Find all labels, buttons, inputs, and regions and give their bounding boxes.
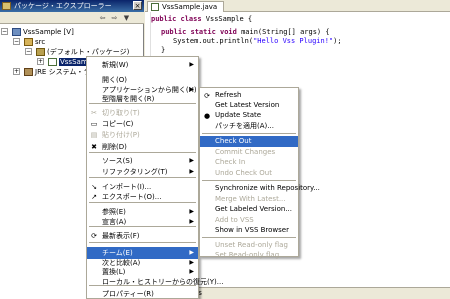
menu-item-label: 型階層を開く(R) — [102, 95, 155, 103]
explorer-title-bar: パッケージ・エクスプローラー × — [0, 0, 144, 12]
package-explorer-icon — [2, 2, 11, 10]
menu-item-label: Synchronize with Repository... — [215, 184, 320, 192]
tree-label: VssSample [V] — [23, 28, 74, 36]
menu-item-label: Update State — [215, 111, 262, 119]
team-menu-item-check-in[interactable]: Check In — [200, 157, 298, 168]
editor-tab-bar: VssSample.java — [145, 0, 450, 12]
menu-item-label: エクスポート(O)... — [102, 193, 162, 201]
menu-item-label: Set Read-only flag — [215, 251, 280, 259]
menu-item-18[interactable]: ローカル・ヒストリーからの復元(Y)... — [87, 276, 223, 288]
menu-item-label: Unset Read-only flag — [215, 241, 288, 249]
tree-label: src — [35, 38, 46, 46]
menu-item-label: プロパティー(R) — [102, 290, 154, 298]
menu-item-label: Get Latest Version — [215, 101, 280, 109]
menu-item-label: 宣言(A) — [102, 218, 127, 226]
library-icon — [24, 68, 33, 76]
project-icon — [12, 28, 21, 36]
menu-item-label: リファクタリング(T) — [102, 168, 168, 176]
menu-item-label: 切り取り(T) — [102, 109, 140, 117]
menu-item-label: 開く(O) — [102, 76, 127, 84]
menu-item-label: 貼り付け(P) — [102, 131, 140, 139]
menu-item-label: Check Out — [215, 137, 252, 145]
menu-separator — [89, 202, 196, 203]
menu-item-6[interactable]: ▤ 貼り付け(P) — [87, 129, 198, 141]
team-menu-item-set-read-only-flag[interactable]: Set Read-only flag — [200, 250, 298, 261]
package-icon — [36, 48, 45, 56]
team-menu-item-update-state[interactable]: ● Update State — [200, 110, 298, 121]
code-line: System.out.println("Hello Vss Plugin!"); — [173, 37, 342, 45]
team-menu-item-synchronize-with-repository[interactable]: Synchronize with Repository... — [200, 183, 320, 194]
collapse-icon[interactable]: − — [13, 38, 20, 45]
editor-tab-label: VssSample.java — [162, 3, 218, 11]
menu-item-label: Get Labeled Version... — [215, 205, 292, 213]
menu-separator — [202, 237, 296, 238]
menu-item-icon: ▭ — [90, 120, 98, 128]
team-menu-item-get-labeled-version[interactable]: Get Labeled Version... — [200, 204, 298, 215]
menu-item-label: インポート(I)... — [102, 183, 152, 191]
menu-item-label: 削除(D) — [102, 143, 127, 151]
java-file-icon — [151, 3, 159, 11]
menu-separator — [89, 177, 196, 178]
team-menu-item-undo-check-out[interactable]: Undo Check Out — [200, 168, 298, 179]
submenu-arrow-icon: ▶ — [189, 61, 194, 68]
tree-item-src[interactable]: − src — [13, 37, 46, 47]
menu-item-label: パッチを適用(A)... — [215, 122, 274, 130]
menu-item-label: Merge With Latest... — [215, 195, 286, 203]
menu-separator — [89, 226, 196, 227]
back-icon[interactable]: ⇦ — [98, 14, 107, 22]
forward-icon[interactable]: ⇨ — [110, 14, 119, 22]
team-menu-item-show-in-vss-browser[interactable]: Show in VSS Browser — [200, 225, 298, 236]
context-menu: 新規(W) ▶ 開く(O) アプリケーションから開く(H) ▶ 型階層を開く(R) ✂ 切り取… — [86, 56, 223, 299]
tree-label: (デフォルト・パッケージ) — [47, 48, 130, 56]
menu-item-icon: ↗ — [91, 193, 97, 201]
menu-separator — [89, 242, 196, 243]
code-line: public static void main(String[] args) { — [161, 28, 330, 36]
menu-item-label: Refresh — [215, 91, 242, 99]
update-state-icon: ● — [203, 112, 211, 120]
menu-item-icon: ⟳ — [91, 232, 97, 240]
expand-icon[interactable]: + — [13, 68, 20, 75]
explorer-toolbar: ⇦ ⇨ ▼ — [0, 12, 144, 24]
menu-item-label: Commit Changes — [215, 148, 276, 156]
menu-item-14[interactable]: ⟳ 最新表示(F) — [87, 230, 198, 242]
source-folder-icon — [24, 38, 33, 46]
team-submenu: ⟳ Refresh Get Latest Version ● Update State パ… — [199, 87, 320, 259]
menu-item-label: Show in VSS Browser — [215, 226, 289, 234]
code-line: } — [161, 46, 166, 54]
menu-item-icon: ▤ — [90, 131, 98, 139]
menu-separator — [89, 285, 196, 286]
menu-item-label: コピー(C) — [102, 120, 134, 128]
menu-item-label: 新規(W) — [102, 61, 129, 69]
menu-separator — [89, 152, 196, 153]
editor-tab[interactable]: VssSample.java — [147, 1, 225, 12]
menu-item-icon: ↘ — [91, 183, 97, 191]
menu-item-label: ソース(S) — [102, 157, 133, 165]
menu-item-icon: ✖ — [91, 143, 97, 151]
collapse-icon[interactable]: − — [25, 48, 32, 55]
explorer-title: パッケージ・エクスプローラー — [14, 2, 112, 10]
tree-item-project[interactable]: − VssSample [V] — [1, 27, 74, 37]
refresh-icon: ⟳ — [204, 92, 210, 100]
menu-item-label: Add to VSS — [215, 216, 254, 224]
menu-separator — [202, 180, 296, 181]
menu-item-label: 参照(E) — [102, 208, 126, 216]
menu-item-icon: ✂ — [91, 109, 97, 117]
menu-item-label: チーム(E) — [102, 249, 133, 257]
menu-item-0[interactable]: 新規(W) ▶ — [87, 59, 198, 71]
view-menu-icon[interactable]: ▼ — [122, 14, 131, 22]
menu-item-label: 置換(L) — [102, 268, 126, 276]
menu-separator — [89, 103, 196, 104]
java-file-icon — [48, 58, 57, 66]
menu-item-label: Undo Check Out — [215, 169, 272, 177]
collapse-icon[interactable]: − — [1, 28, 8, 35]
menu-item-label: 最新表示(F) — [102, 232, 140, 240]
code-line: public class VssSample { — [151, 15, 253, 23]
team-menu-item-[interactable]: パッチを適用(A)... — [200, 121, 298, 132]
menu-separator — [202, 133, 296, 134]
team-menu-item-check-out[interactable]: Check Out — [200, 136, 298, 147]
expand-icon[interactable]: + — [37, 58, 44, 65]
close-icon[interactable]: × — [133, 1, 142, 10]
menu-item-label: Check In — [215, 158, 246, 166]
menu-item-19[interactable]: プロパティー(R) — [87, 288, 198, 299]
